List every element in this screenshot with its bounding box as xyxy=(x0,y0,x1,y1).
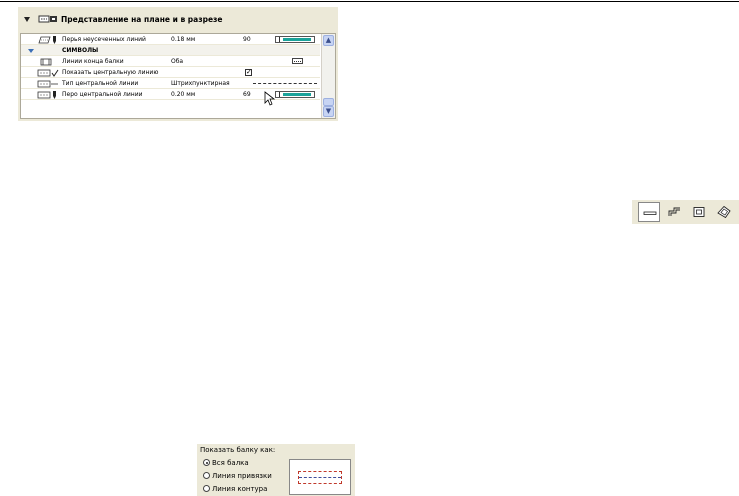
pen-color-swatch[interactable] xyxy=(275,91,315,98)
row-value[interactable]: Штрихпунктирная xyxy=(171,78,230,89)
pen-number[interactable]: 90 xyxy=(243,34,251,45)
rect-profile-icon xyxy=(693,207,705,217)
panel-title: Представление на плане и в разрезе xyxy=(61,14,223,24)
beam-preview xyxy=(289,459,351,495)
straight-beam-button[interactable] xyxy=(638,202,660,222)
beam-end-icon xyxy=(40,58,52,66)
top-rule xyxy=(0,1,739,2)
row-value[interactable]: 0.18 мм xyxy=(171,34,195,45)
list-item[interactable]: Перья неусеченных линий 0.18 мм 90 xyxy=(21,34,320,45)
vertical-scrollbar[interactable]: ▲ ▼ xyxy=(321,34,335,118)
row-label: Тип центральной линии xyxy=(62,80,139,87)
pen-color-swatch[interactable] xyxy=(275,36,315,43)
list-item[interactable]: Тип центральной линии Штрихпунктирная xyxy=(21,78,320,89)
centerline-icon xyxy=(37,69,59,77)
row-label: Перья неусеченных линий xyxy=(62,36,146,43)
pen-number[interactable]: 69 xyxy=(243,89,251,100)
radio-button[interactable] xyxy=(203,472,210,479)
stepped-beam-button[interactable] xyxy=(663,202,685,222)
settings-grid: Перья неусеченных линий 0.18 мм 90 СИМВО… xyxy=(20,33,336,119)
straight-beam-icon xyxy=(643,211,657,215)
beam-end-preview[interactable] xyxy=(292,58,303,64)
list-item[interactable]: Показать центральную линию ✓ xyxy=(21,67,320,78)
show-centerline-checkbox[interactable]: ✓ xyxy=(245,69,252,76)
expand-arrow-icon[interactable] xyxy=(28,49,34,53)
row-value[interactable]: Оба xyxy=(171,56,183,67)
radio-reference-line[interactable]: Линия привязки xyxy=(203,471,272,481)
scroll-up-button[interactable]: ▲ xyxy=(323,35,334,46)
row-value[interactable]: 0.20 мм xyxy=(171,89,195,100)
collapse-arrow-icon[interactable] xyxy=(24,16,30,22)
group-label: СИМВОЛЫ xyxy=(62,47,99,54)
stepped-beam-icon xyxy=(668,207,680,216)
row-label: Линии конца балки xyxy=(62,58,124,65)
scroll-down-button[interactable]: ▼ xyxy=(323,106,334,117)
properties-panel: Представление на плане и в разрезе Перья… xyxy=(18,7,338,121)
row-label: Перо центральной линии xyxy=(62,91,143,98)
pen-icon xyxy=(37,91,56,99)
scroll-thumb[interactable] xyxy=(323,98,334,106)
radio-button[interactable] xyxy=(203,459,210,466)
rotated-profile-icon xyxy=(717,206,731,218)
radio-contour-line[interactable]: Линия контура xyxy=(203,484,267,494)
group-title: Показать балку как: xyxy=(200,446,276,454)
radio-whole-beam[interactable]: Вся балка xyxy=(203,458,249,468)
beam-reference-line xyxy=(299,477,341,478)
radio-label: Линия привязки xyxy=(212,472,272,480)
rect-profile-button[interactable] xyxy=(688,202,710,222)
pen-icon xyxy=(38,36,56,44)
mouse-cursor-icon xyxy=(264,91,276,106)
radio-label: Линия контура xyxy=(212,485,268,493)
panel-header[interactable]: Представление на плане и в разрезе xyxy=(18,7,338,31)
plan-section-icon xyxy=(38,15,57,23)
list-item[interactable]: Линии конца балки Оба xyxy=(21,56,320,67)
radio-button[interactable] xyxy=(203,485,210,492)
linetype-icon xyxy=(37,80,58,88)
radio-label: Вся балка xyxy=(212,459,249,467)
beam-geometry-toolbar xyxy=(632,200,739,224)
row-label: Показать центральную линию xyxy=(62,69,159,76)
linetype-preview[interactable] xyxy=(253,83,317,84)
show-beam-as-group: Показать балку как: Вся балка Линия прив… xyxy=(197,444,355,496)
rotated-profile-button[interactable] xyxy=(713,202,735,222)
group-row-symbols[interactable]: СИМВОЛЫ xyxy=(21,45,320,56)
